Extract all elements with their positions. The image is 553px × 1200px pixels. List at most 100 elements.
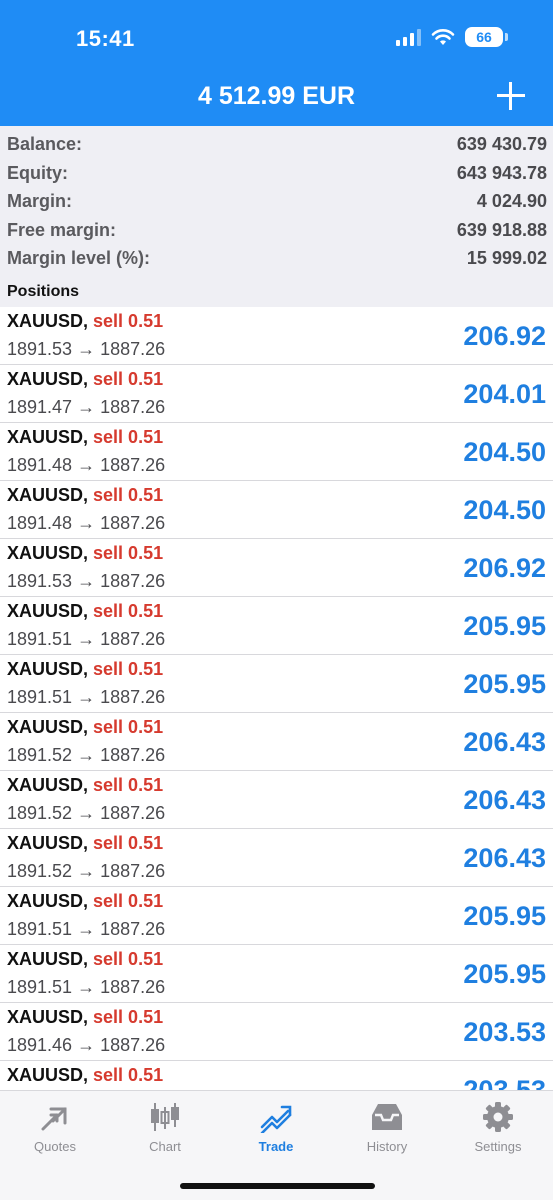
position-title: XAUUSD, sell 0.51: [7, 1065, 163, 1086]
position-title: XAUUSD, sell 0.51: [7, 311, 163, 332]
position-row[interactable]: XAUUSD, sell 0.51 1891.51 → 1887.26 205.95: [0, 597, 553, 655]
history-icon: [372, 1104, 402, 1130]
new-order-button[interactable]: [497, 82, 525, 110]
tab-trade[interactable]: Trade: [221, 1101, 331, 1161]
position-side: sell 0.51: [93, 1065, 164, 1085]
open-price: 1891.52: [7, 745, 73, 765]
tab-quotes[interactable]: Quotes: [0, 1101, 110, 1161]
position-row[interactable]: XAUUSD, sell 0.51 1891.51 → 1887.26 205.95: [0, 945, 553, 1003]
position-side: sell 0.51: [93, 717, 164, 737]
position-title: XAUUSD, sell 0.51: [7, 1007, 163, 1028]
position-row[interactable]: XAUUSD, sell 0.51 203.53: [0, 1061, 553, 1090]
position-prices: 1891.51 → 1887.26: [7, 977, 165, 998]
current-price: 1887.26: [100, 919, 166, 939]
signal-icon: [396, 28, 421, 46]
position-profit: 206.43: [463, 727, 546, 757]
position-title: XAUUSD, sell 0.51: [7, 427, 163, 448]
open-price: 1891.51: [7, 919, 73, 939]
position-side: sell 0.51: [93, 659, 164, 679]
position-symbol: XAUUSD,: [7, 659, 89, 679]
position-prices: 1891.53 → 1887.26: [7, 571, 165, 592]
tab-chart[interactable]: Chart: [110, 1101, 220, 1161]
position-symbol: XAUUSD,: [7, 543, 89, 563]
summary-row: Equity: 643 943.78: [7, 159, 547, 188]
arrow-icon: →: [77, 861, 96, 881]
tab-settings[interactable]: Settings: [443, 1101, 553, 1161]
position-prices: 1891.46 → 1887.26: [7, 1035, 165, 1056]
home-indicator[interactable]: [180, 1183, 375, 1189]
position-row[interactable]: XAUUSD, sell 0.51 1891.52 → 1887.26 206.43: [0, 713, 553, 771]
tab-label: Quotes: [34, 1139, 76, 1154]
positions-list[interactable]: XAUUSD, sell 0.51 1891.53 → 1887.26 206.92…: [0, 307, 553, 1090]
position-side: sell 0.51: [93, 775, 164, 795]
position-profit: 204.50: [463, 495, 546, 525]
position-side: sell 0.51: [93, 891, 164, 911]
position-title: XAUUSD, sell 0.51: [7, 891, 163, 912]
summary-row: Margin level (%): 15 999.02: [7, 244, 547, 273]
position-profit: 204.50: [463, 437, 546, 467]
tab-history[interactable]: History: [332, 1101, 442, 1161]
open-price: 1891.46: [7, 1035, 73, 1055]
current-price: 1887.26: [100, 1035, 166, 1055]
summary-value: 639 918.88: [456, 219, 547, 240]
position-side: sell 0.51: [93, 369, 164, 389]
tab-label: Chart: [149, 1139, 181, 1154]
position-title: XAUUSD, sell 0.51: [7, 485, 163, 506]
position-row[interactable]: XAUUSD, sell 0.51 1891.53 → 1887.26 206.92: [0, 539, 553, 597]
current-price: 1887.26: [100, 803, 166, 823]
position-row[interactable]: XAUUSD, sell 0.51 1891.48 → 1887.26 204.50: [0, 481, 553, 539]
position-row[interactable]: XAUUSD, sell 0.51 1891.52 → 1887.26 206.43: [0, 829, 553, 887]
current-price: 1887.26: [100, 571, 166, 591]
position-row[interactable]: XAUUSD, sell 0.51 1891.51 → 1887.26 205.95: [0, 655, 553, 713]
current-price: 1887.26: [100, 977, 166, 997]
position-row[interactable]: XAUUSD, sell 0.51 1891.48 → 1887.26 204.50: [0, 423, 553, 481]
position-profit: 205.95: [463, 959, 546, 989]
summary-row: Free margin: 639 918.88: [7, 216, 547, 245]
position-title: XAUUSD, sell 0.51: [7, 369, 163, 390]
position-symbol: XAUUSD,: [7, 717, 89, 737]
summary-value: 4 024.90: [476, 191, 547, 211]
app-header: 15:41 66 4 512.99 EUR: [0, 0, 553, 126]
position-prices: 1891.52 → 1887.26: [7, 861, 165, 882]
arrow-icon: →: [77, 687, 96, 707]
position-symbol: XAUUSD,: [7, 311, 89, 331]
open-price: 1891.53: [7, 339, 73, 359]
open-price: 1891.53: [7, 571, 73, 591]
arrow-icon: →: [77, 397, 96, 417]
position-profit: 205.95: [463, 901, 546, 931]
current-price: 1887.26: [100, 339, 166, 359]
current-price: 1887.26: [100, 687, 166, 707]
position-side: sell 0.51: [93, 485, 164, 505]
position-row[interactable]: XAUUSD, sell 0.51 1891.47 → 1887.26 204.01: [0, 365, 553, 423]
current-price: 1887.26: [100, 397, 166, 417]
position-symbol: XAUUSD,: [7, 891, 89, 911]
trade-icon: [260, 1105, 292, 1133]
quotes-icon: [41, 1107, 67, 1131]
summary-label: Free margin:: [7, 219, 117, 240]
position-title: XAUUSD, sell 0.51: [7, 949, 163, 970]
open-price: 1891.51: [7, 687, 73, 707]
summary-label: Equity:: [7, 162, 68, 183]
position-profit: 204.01: [463, 379, 546, 409]
position-title: XAUUSD, sell 0.51: [7, 717, 163, 738]
position-row[interactable]: XAUUSD, sell 0.51 1891.46 → 1887.26 203.53: [0, 1003, 553, 1061]
arrow-icon: →: [77, 455, 96, 475]
arrow-icon: →: [77, 745, 96, 765]
position-profit: 206.92: [463, 321, 546, 351]
account-equity-title: 4 512.99 EUR: [197, 82, 356, 110]
current-price: 1887.26: [100, 745, 166, 765]
position-row[interactable]: XAUUSD, sell 0.51 1891.53 → 1887.26 206.92: [0, 307, 553, 365]
position-prices: 1891.48 → 1887.26: [7, 513, 165, 534]
position-side: sell 0.51: [93, 427, 164, 447]
position-row[interactable]: XAUUSD, sell 0.51 1891.52 → 1887.26 206.43: [0, 771, 553, 829]
position-side: sell 0.51: [93, 949, 164, 969]
position-row[interactable]: XAUUSD, sell 0.51 1891.51 → 1887.26 205.95: [0, 887, 553, 945]
position-symbol: XAUUSD,: [7, 775, 89, 795]
position-prices: 1891.51 → 1887.26: [7, 687, 165, 708]
position-title: XAUUSD, sell 0.51: [7, 833, 163, 854]
current-price: 1887.26: [100, 861, 166, 881]
position-symbol: XAUUSD,: [7, 369, 89, 389]
summary-row: Balance: 639 430.79: [7, 130, 547, 159]
tab-label: Trade: [258, 1139, 294, 1154]
summary-value: 639 430.79: [456, 134, 547, 154]
